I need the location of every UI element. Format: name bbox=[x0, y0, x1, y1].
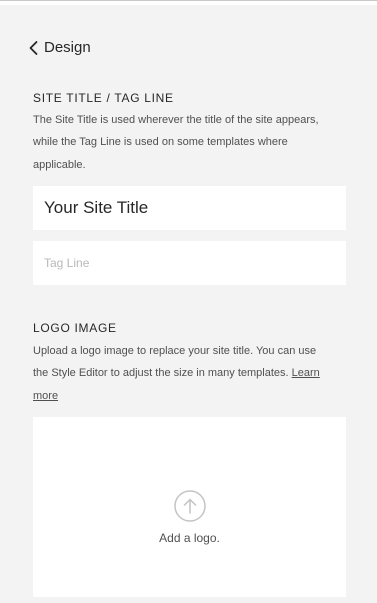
description-line: The Site Title is used wherever the titl… bbox=[33, 114, 319, 126]
panel-top-border bbox=[0, 0, 377, 5]
chevron-left-icon bbox=[28, 40, 39, 56]
description-line: while the Tag Line is used on some templ… bbox=[33, 136, 288, 149]
logo-image-description: Upload a logo image to replace your site… bbox=[33, 340, 345, 407]
tag-line-input[interactable] bbox=[44, 256, 335, 270]
back-label: Design bbox=[44, 39, 91, 56]
description-line: Upload a logo image to replace your site… bbox=[33, 345, 317, 357]
description-line: the Style Editor to adjust the size in m… bbox=[33, 362, 345, 384]
tag-line-field[interactable] bbox=[33, 241, 346, 285]
description-text: the Style Editor to adjust the size in m… bbox=[33, 367, 289, 380]
site-title-description: The Site Title is used wherever the titl… bbox=[33, 109, 345, 176]
learn-more-link[interactable]: Learn bbox=[292, 367, 320, 379]
site-title-section-heading: SITE TITLE / TAG LINE bbox=[33, 91, 174, 105]
description-line: more bbox=[33, 385, 345, 407]
description-line: applicable. bbox=[33, 158, 86, 171]
add-logo-label: Add a logo. bbox=[159, 531, 220, 545]
logo-image-section-heading: LOGO IMAGE bbox=[33, 321, 117, 335]
upload-arrow-icon bbox=[174, 490, 206, 522]
back-to-design-button[interactable]: Design bbox=[28, 38, 91, 58]
logo-upload-area[interactable]: Add a logo. bbox=[33, 417, 346, 597]
site-title-input[interactable] bbox=[44, 198, 335, 218]
site-title-field[interactable] bbox=[33, 186, 346, 230]
learn-more-link[interactable]: more bbox=[33, 390, 58, 402]
